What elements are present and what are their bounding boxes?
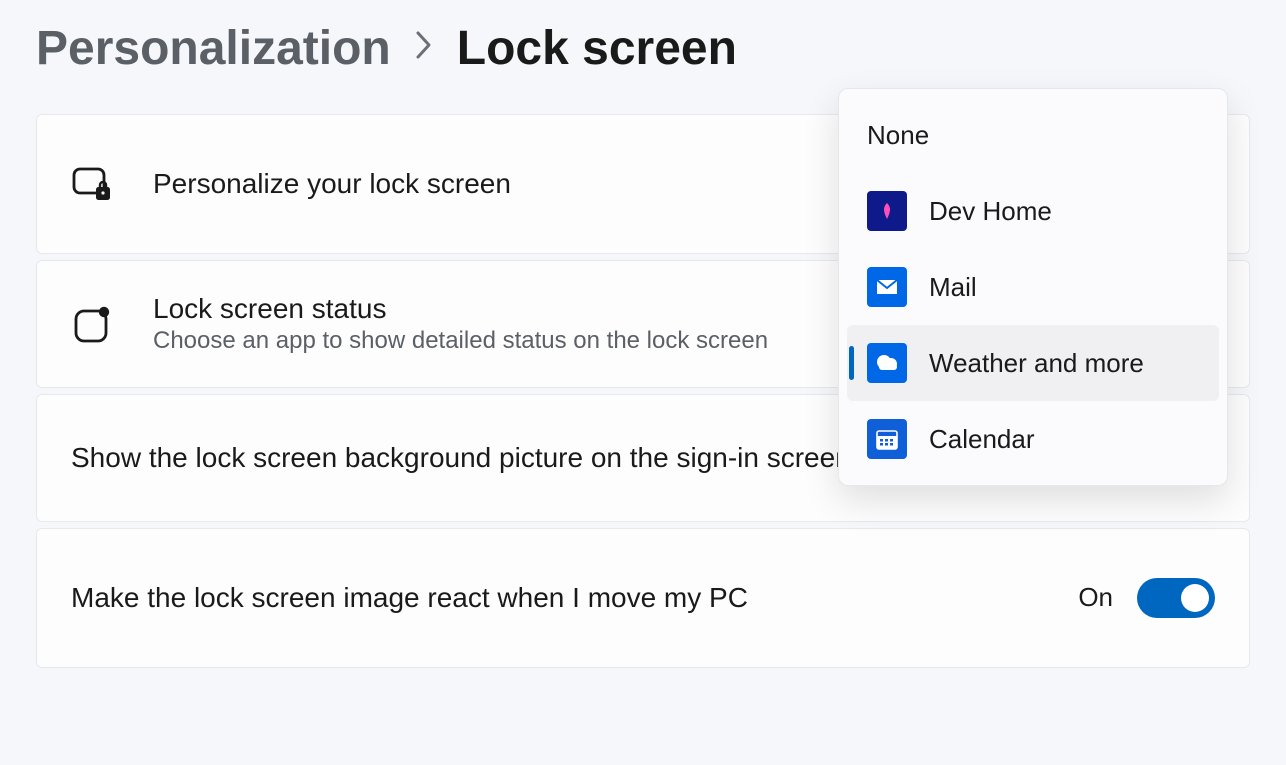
dropdown-option-none[interactable]: None [847,97,1219,173]
status-app-dropdown: None Dev Home Mail Weather and more [838,88,1228,486]
dropdown-option-weather[interactable]: Weather and more [847,325,1219,401]
status-app-icon [71,303,113,345]
dropdown-option-dev-home[interactable]: Dev Home [847,173,1219,249]
setting-title: Make the lock screen image react when I … [71,582,1078,614]
dropdown-option-mail[interactable]: Mail [847,249,1219,325]
dropdown-option-calendar[interactable]: Calendar [847,401,1219,477]
weather-icon [867,343,907,383]
mail-icon [867,267,907,307]
breadcrumb-current: Lock screen [457,20,737,78]
toggle-react-on-move[interactable] [1137,578,1215,618]
dev-home-icon [867,191,907,231]
calendar-icon [867,419,907,459]
dropdown-option-label: Weather and more [929,348,1144,379]
breadcrumb: Personalization Lock screen [36,20,1250,78]
setting-react-on-move: Make the lock screen image react when I … [36,528,1250,668]
dropdown-option-label: Calendar [929,424,1035,455]
breadcrumb-parent[interactable]: Personalization [36,20,391,78]
chevron-right-icon [415,30,433,68]
lock-screen-icon [71,163,113,205]
toggle-state-label: On [1078,582,1113,613]
dropdown-option-label: None [867,120,929,151]
dropdown-option-label: Dev Home [929,196,1052,227]
dropdown-option-label: Mail [929,272,977,303]
